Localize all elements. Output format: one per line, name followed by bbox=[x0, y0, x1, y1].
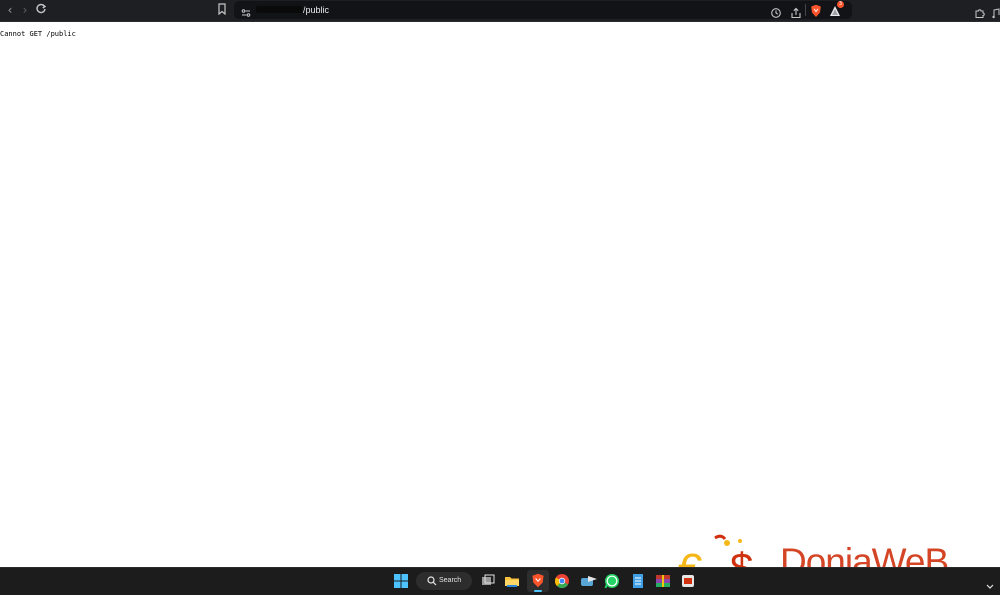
vscode-remote-icon[interactable] bbox=[580, 573, 597, 589]
taskbar-search[interactable]: Search bbox=[416, 572, 472, 590]
bookmark-icon[interactable] bbox=[215, 3, 229, 17]
search-label: Search bbox=[439, 577, 462, 584]
notepad-icon[interactable] bbox=[630, 573, 646, 589]
tray-overflow-icon[interactable] bbox=[985, 576, 995, 589]
active-indicator bbox=[534, 590, 542, 592]
app-icon[interactable] bbox=[680, 573, 696, 589]
history-icon[interactable] bbox=[770, 4, 782, 18]
whatsapp-icon[interactable] bbox=[604, 573, 620, 589]
share-icon[interactable] bbox=[790, 4, 802, 19]
site-settings-icon[interactable] bbox=[240, 4, 252, 17]
brave-taskbar-icon[interactable] bbox=[527, 570, 549, 592]
brave-shields-icon[interactable] bbox=[810, 3, 822, 17]
task-view-icon[interactable] bbox=[480, 573, 496, 589]
url-text[interactable]: /public bbox=[303, 3, 329, 17]
brave-rewards-icon[interactable]: 3 bbox=[829, 1, 845, 17]
forward-icon[interactable]: › bbox=[18, 3, 32, 17]
error-message: Cannot GET /public bbox=[0, 30, 76, 38]
taskbar: Search bbox=[0, 567, 1000, 595]
search-icon bbox=[427, 576, 437, 586]
redacted-domain bbox=[256, 6, 302, 13]
file-explorer-icon[interactable] bbox=[504, 573, 520, 589]
browser-toolbar: ‹ › /public 3 bbox=[0, 0, 1000, 22]
winrar-icon[interactable] bbox=[655, 573, 671, 589]
rewards-badge: 3 bbox=[837, 1, 844, 8]
back-icon[interactable]: ‹ bbox=[3, 3, 17, 17]
windows-start-icon[interactable] bbox=[393, 573, 409, 589]
toolbar-divider bbox=[805, 4, 806, 16]
reload-icon[interactable] bbox=[34, 3, 48, 17]
media-icon[interactable] bbox=[992, 4, 1000, 19]
extensions-icon[interactable] bbox=[974, 4, 986, 18]
page-content: Cannot GET /public bbox=[0, 22, 1000, 567]
chrome-icon[interactable] bbox=[554, 573, 570, 589]
